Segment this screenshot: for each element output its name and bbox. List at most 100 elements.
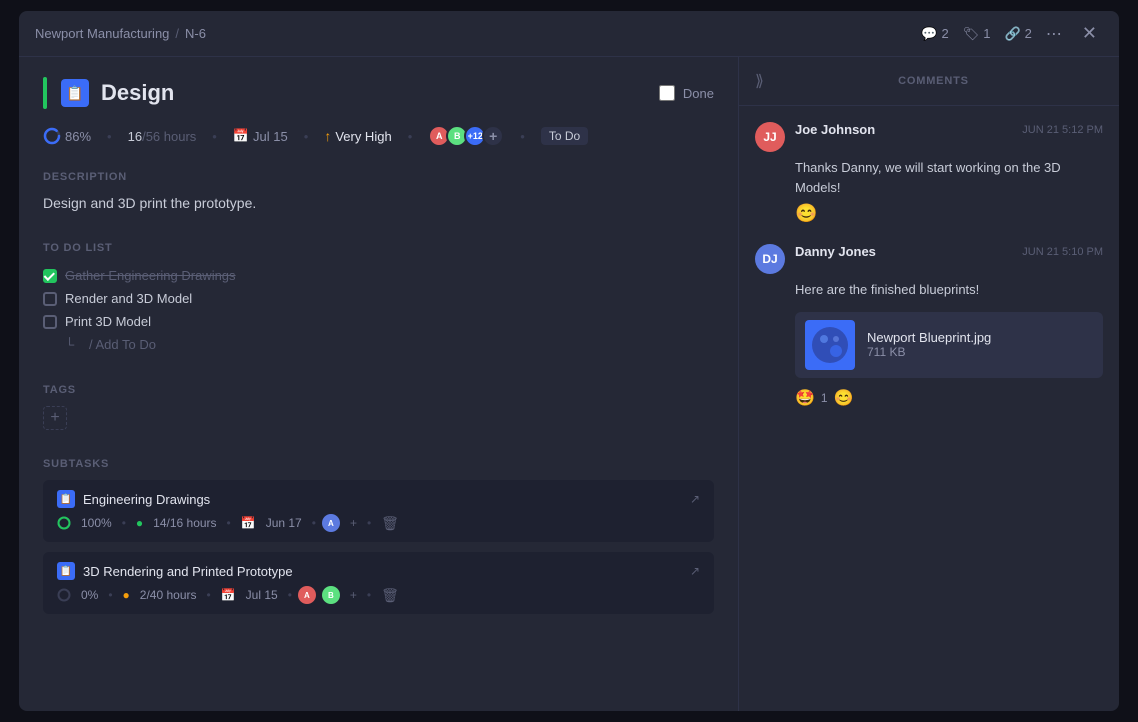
task-title-left: 📋 Design xyxy=(43,77,174,109)
attachment-card[interactable]: Newport Blueprint.jpg 711 KB xyxy=(795,312,1103,378)
comments-meta: 💬 2 xyxy=(921,26,948,42)
header-meta: 💬 2 🏷 1 🔗 2 xyxy=(921,26,1032,42)
calendar-icon: 📅 xyxy=(233,128,249,144)
tags-label: TAGS xyxy=(43,384,714,396)
reaction-add-btn[interactable]: 😊 xyxy=(834,388,854,408)
collapse-button[interactable]: ⟫ xyxy=(755,71,764,91)
comment-2-reactions: 🤩 1 😊 xyxy=(795,388,1103,408)
comment-1-emoji-btn[interactable]: 😊 xyxy=(795,203,1103,224)
comment-2-author: Danny Jones xyxy=(795,244,876,259)
todo-item-1: Gather Engineering Drawings xyxy=(43,264,714,287)
subtask-2-progress: 0% xyxy=(81,588,98,602)
comment-2-text: Here are the finished blueprints! xyxy=(795,280,1103,300)
links-meta: 🔗 2 xyxy=(1004,26,1031,42)
comment-2-header: DJ Danny Jones JUN 21 5:10 PM xyxy=(755,244,1103,274)
header-actions: 💬 2 🏷 1 🔗 2 ⋯ ✕ xyxy=(921,21,1103,46)
subtasks-label: SUBTASKS xyxy=(43,458,714,470)
subtask-2-add-btn[interactable]: + xyxy=(350,588,357,602)
task-meta-row: 86% • 16/56 hours • 📅 Jul 15 xyxy=(43,125,714,147)
breadcrumb-project[interactable]: Newport Manufacturing xyxy=(35,26,169,41)
add-tag-button[interactable]: + xyxy=(43,406,67,430)
subtask-1-progress: 100% xyxy=(81,516,112,530)
subtask-item-2: 📋 3D Rendering and Printed Prototype ↗ 0… xyxy=(43,552,714,614)
subtask-1-delete[interactable]: 🗑 xyxy=(381,515,399,532)
main-panel: 📋 Design Done xyxy=(19,57,739,711)
comments-count: 2 xyxy=(942,26,949,41)
status-badge[interactable]: To Do xyxy=(541,127,588,145)
subtask-1-progress-svg xyxy=(57,516,71,530)
avatar-add[interactable]: + xyxy=(482,125,504,147)
comment-2: DJ Danny Jones JUN 21 5:10 PM Here are t… xyxy=(755,244,1103,408)
done-checkbox[interactable] xyxy=(659,85,675,101)
modal-header: Newport Manufacturing / N-6 💬 2 🏷 1 🔗 xyxy=(19,11,1119,57)
subtask-1-left: 📋 Engineering Drawings xyxy=(57,490,210,508)
comments-title: COMMENTS xyxy=(898,75,969,87)
calendar-icon-s1: 📅 xyxy=(241,516,256,530)
subtask-2-delete[interactable]: 🗑 xyxy=(381,587,399,604)
todo-add-placeholder[interactable]: / Add To Do xyxy=(89,337,156,352)
tags-section: TAGS + xyxy=(43,384,714,430)
description-text[interactable]: Design and 3D print the prototype. xyxy=(43,193,714,214)
done-label: Done xyxy=(683,86,714,101)
subtask-1-add-btn[interactable]: + xyxy=(350,516,357,530)
subtask-1-icon: 📋 xyxy=(57,490,75,508)
done-section: Done xyxy=(659,85,714,101)
calendar-icon-s2: 📅 xyxy=(221,588,236,602)
breadcrumb-id[interactable]: N-6 xyxy=(185,26,206,41)
subtask-2-avatar-2: B xyxy=(322,586,340,604)
comment-1-header: JJ Joe Johnson JUN 21 5:12 PM xyxy=(755,122,1103,152)
task-title[interactable]: Design xyxy=(101,80,174,106)
todo-text-2: Render and 3D Model xyxy=(65,291,192,306)
progress-item: 86% xyxy=(43,127,91,145)
subtask-2-avatar-1: A xyxy=(298,586,316,604)
subtask-2-status-dot: ● xyxy=(123,588,130,602)
todo-item-3: Print 3D Model xyxy=(43,310,714,333)
assignees-avatars: A B +12 + xyxy=(428,125,504,147)
progress-value: 86 xyxy=(65,129,79,144)
todo-check-2[interactable] xyxy=(43,292,57,306)
task-icon: 📋 xyxy=(59,77,91,109)
modal-body: 📋 Design Done xyxy=(19,57,1119,711)
hours-item: 16/56 hours xyxy=(128,129,197,144)
attachment-name: Newport Blueprint.jpg xyxy=(867,330,991,345)
comments-list: JJ Joe Johnson JUN 21 5:12 PM Thanks Dan… xyxy=(739,106,1119,711)
tags-icon: 🏷 xyxy=(963,26,980,42)
comments-header: ⟫ COMMENTS xyxy=(739,57,1119,106)
todo-list: TO DO LIST Gather Engineering Drawings R… xyxy=(43,242,714,356)
comments-panel: ⟫ COMMENTS JJ Joe Johnson JUN 21 5:12 PM xyxy=(739,57,1119,711)
more-button[interactable]: ⋯ xyxy=(1044,22,1064,46)
subtask-2-left: 📋 3D Rendering and Printed Prototype xyxy=(57,562,293,580)
close-button[interactable]: ✕ xyxy=(1076,21,1103,46)
subtask-1-title: Engineering Drawings xyxy=(83,492,210,507)
date-item: 📅 Jul 15 xyxy=(233,128,288,144)
due-date[interactable]: Jul 15 xyxy=(253,129,288,144)
subtask-2-title-row: 📋 3D Rendering and Printed Prototype ↗ xyxy=(57,562,700,580)
task-icon-inner: 📋 xyxy=(61,79,89,107)
subtask-1-avatar: A xyxy=(322,514,340,532)
comment-1: JJ Joe Johnson JUN 21 5:12 PM Thanks Dan… xyxy=(755,122,1103,224)
description-label: DESCRIPTION xyxy=(43,171,714,183)
comment-2-time: JUN 21 5:10 PM xyxy=(1022,246,1103,258)
todo-check-3[interactable] xyxy=(43,315,57,329)
reaction-count: 1 xyxy=(821,391,828,405)
subtask-item-1: 📋 Engineering Drawings ↗ 100% • xyxy=(43,480,714,542)
todo-item-2: Render and 3D Model xyxy=(43,287,714,310)
subtask-1-meta: 100% • ● 14/16 hours • 📅 Jun 17 • A + • … xyxy=(57,514,700,532)
progress-circle-svg xyxy=(43,127,61,145)
links-icon: 🔗 xyxy=(1004,26,1020,42)
progress-text: 86% xyxy=(65,129,91,144)
todo-text-1: Gather Engineering Drawings xyxy=(65,268,236,283)
task-title-row: 📋 Design Done xyxy=(43,77,714,109)
attachment-thumb xyxy=(805,320,855,370)
subtask-2-external-icon[interactable]: ↗ xyxy=(690,564,700,578)
subtask-1-external-icon[interactable]: ↗ xyxy=(690,492,700,506)
comment-1-avatar: JJ xyxy=(755,122,785,152)
links-count: 2 xyxy=(1025,26,1032,41)
priority-badge[interactable]: ↑ Very High xyxy=(324,128,391,144)
subtask-2-meta: 0% • ● 2/40 hours • 📅 Jul 15 • A B + • xyxy=(57,586,700,604)
todo-check-1[interactable] xyxy=(43,269,57,283)
tags-count: 1 xyxy=(983,26,990,41)
modal-overlay: Newport Manufacturing / N-6 💬 2 🏷 1 🔗 xyxy=(0,0,1138,722)
reaction-emoji[interactable]: 🤩 xyxy=(795,388,815,408)
attachment-size: 711 KB xyxy=(867,345,991,359)
